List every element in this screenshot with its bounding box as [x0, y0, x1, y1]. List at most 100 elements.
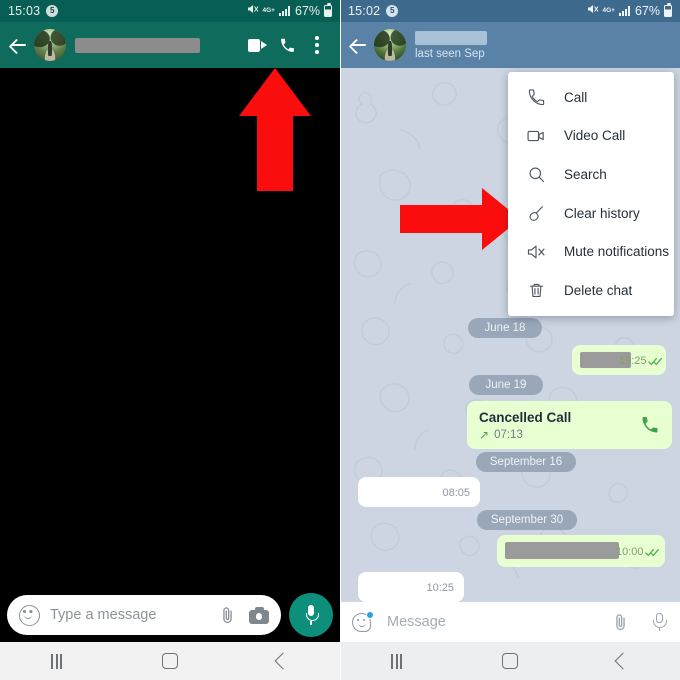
trash-icon — [525, 279, 547, 301]
menu-item-search[interactable]: Search — [508, 155, 674, 194]
attachment-clip-icon[interactable] — [611, 613, 630, 632]
avatar[interactable] — [374, 29, 406, 61]
phone-call-icon[interactable] — [640, 415, 660, 435]
menu-item-label: Video Call — [564, 128, 626, 144]
search-icon — [525, 163, 547, 185]
status-clock: 15:03 — [8, 4, 41, 18]
nav-recents-button[interactable] — [340, 653, 453, 669]
read-receipt-icon — [648, 357, 663, 366]
contact-name-redacted — [75, 37, 200, 53]
camera-icon[interactable] — [249, 606, 269, 624]
video-call-icon — [247, 38, 267, 52]
status-clock: 15:02 — [348, 4, 381, 18]
battery-icon — [664, 3, 672, 17]
nav-home-button[interactable] — [453, 653, 566, 669]
date-separator: September 30 — [477, 510, 577, 530]
status-notification-badge: 5 — [46, 5, 59, 17]
android-nav-bar-left — [0, 642, 340, 680]
date-separator: June 19 — [469, 375, 543, 395]
whatsapp-composer: Type a message — [0, 590, 340, 640]
redacted-message-text — [505, 542, 619, 559]
whatsapp-header — [0, 22, 340, 68]
nav-back-button[interactable] — [227, 652, 340, 670]
panel-divider — [340, 0, 341, 680]
battery-icon — [324, 3, 332, 17]
status-icons-left: 4G+ 67% — [247, 2, 332, 20]
outgoing-call-arrow-icon: ↗ — [479, 428, 490, 442]
sticker-emoji-icon[interactable] — [352, 610, 374, 633]
date-separator: September 16 — [476, 452, 576, 472]
message-time: 08:05 — [442, 487, 470, 499]
recents-icon — [391, 653, 403, 669]
menu-item-call[interactable]: Call — [508, 78, 674, 117]
emoji-icon[interactable] — [19, 604, 40, 626]
menu-item-delete-chat[interactable]: Delete chat — [508, 271, 674, 310]
telegram-chat-body: June 18 19:25 June 19 Cancelled Call ↗ 0… — [340, 68, 680, 602]
status-bar-right: 15:02 5 4G+ 67% — [340, 0, 680, 22]
telegram-composer: Message — [340, 602, 680, 642]
microphone-icon — [305, 605, 319, 625]
menu-item-video-call[interactable]: Video Call — [508, 117, 674, 156]
home-icon — [161, 653, 178, 669]
nav-back-button[interactable] — [567, 652, 680, 670]
phone-call-icon — [279, 37, 296, 54]
message-bubble-call[interactable]: Cancelled Call ↗ 07:13 — [467, 401, 672, 449]
menu-item-mute-notifications[interactable]: Mute notifications — [508, 232, 674, 271]
message-time: 10:00 — [616, 546, 644, 558]
voice-record-button[interactable] — [289, 593, 333, 637]
network-4g-plus-icon: 4G+ — [602, 7, 615, 14]
back-arrow-icon[interactable] — [346, 32, 372, 58]
message-bubble-outgoing[interactable]: 10:00 — [497, 535, 665, 567]
contact-title-block[interactable] — [75, 37, 242, 53]
avatar[interactable] — [34, 29, 66, 61]
android-nav-bar-right — [340, 642, 680, 680]
message-time: 19:25 — [619, 355, 647, 367]
contact-name-redacted — [415, 30, 487, 45]
back-icon — [614, 652, 632, 670]
telegram-panel: 15:02 5 4G+ 67% last seen Sep June 18 19… — [340, 0, 680, 680]
message-bubble-incoming[interactable]: 10:25 — [358, 572, 464, 602]
call-card-meta: ↗ 07:13 — [479, 429, 523, 441]
call-time: 07:13 — [494, 429, 523, 441]
contact-subtitle: last seen Sep — [415, 47, 485, 60]
network-4g-plus-icon: 4G+ — [262, 7, 275, 14]
mute-bell-icon — [525, 241, 547, 263]
phone-call-icon — [525, 86, 547, 108]
menu-item-label: Clear history — [564, 205, 640, 221]
menu-item-label: Call — [564, 89, 588, 105]
screenshot-stage: 15:03 5 4G+ 67% Type a message 15:02 5 4… — [0, 0, 680, 680]
date-separator: June 18 — [468, 318, 542, 338]
video-call-button[interactable] — [242, 25, 272, 65]
voice-call-button[interactable] — [272, 25, 302, 65]
status-notification-badge: 5 — [386, 5, 399, 17]
menu-item-label: Search — [564, 166, 607, 182]
attachment-clip-icon[interactable] — [218, 606, 237, 625]
recents-icon — [51, 653, 63, 669]
annotation-arrow-up — [239, 68, 311, 191]
mute-icon — [247, 2, 259, 20]
overflow-menu[interactable]: Call Video Call Search Clear history Mut… — [508, 72, 674, 316]
back-icon — [274, 652, 292, 670]
menu-item-clear-history[interactable]: Clear history — [508, 194, 674, 233]
signal-bars-icon — [278, 6, 290, 16]
nav-home-button[interactable] — [113, 653, 226, 669]
mute-icon — [587, 2, 599, 20]
message-bubble-incoming[interactable]: 08:05 — [358, 477, 480, 507]
microphone-icon[interactable] — [651, 612, 668, 632]
contact-title-block[interactable]: last seen Sep — [415, 30, 672, 60]
nav-recents-button[interactable] — [0, 653, 113, 669]
battery-percent-label: 67% — [294, 4, 320, 18]
menu-item-label: Delete chat — [564, 282, 633, 298]
header-actions-left — [242, 25, 332, 65]
call-card-title: Cancelled Call — [479, 410, 572, 425]
whatsapp-panel: 15:03 5 4G+ 67% Type a message — [0, 0, 340, 680]
status-icons-right: 4G+ 67% — [587, 2, 672, 20]
back-arrow-icon[interactable] — [6, 32, 32, 58]
message-placeholder-right[interactable]: Message — [387, 614, 611, 630]
more-options-icon — [315, 36, 319, 54]
message-input-left[interactable]: Type a message — [7, 595, 281, 635]
message-placeholder-left: Type a message — [50, 607, 157, 623]
home-icon — [501, 653, 518, 669]
message-bubble-outgoing[interactable]: 19:25 — [572, 345, 666, 375]
more-options-button[interactable] — [302, 25, 332, 65]
